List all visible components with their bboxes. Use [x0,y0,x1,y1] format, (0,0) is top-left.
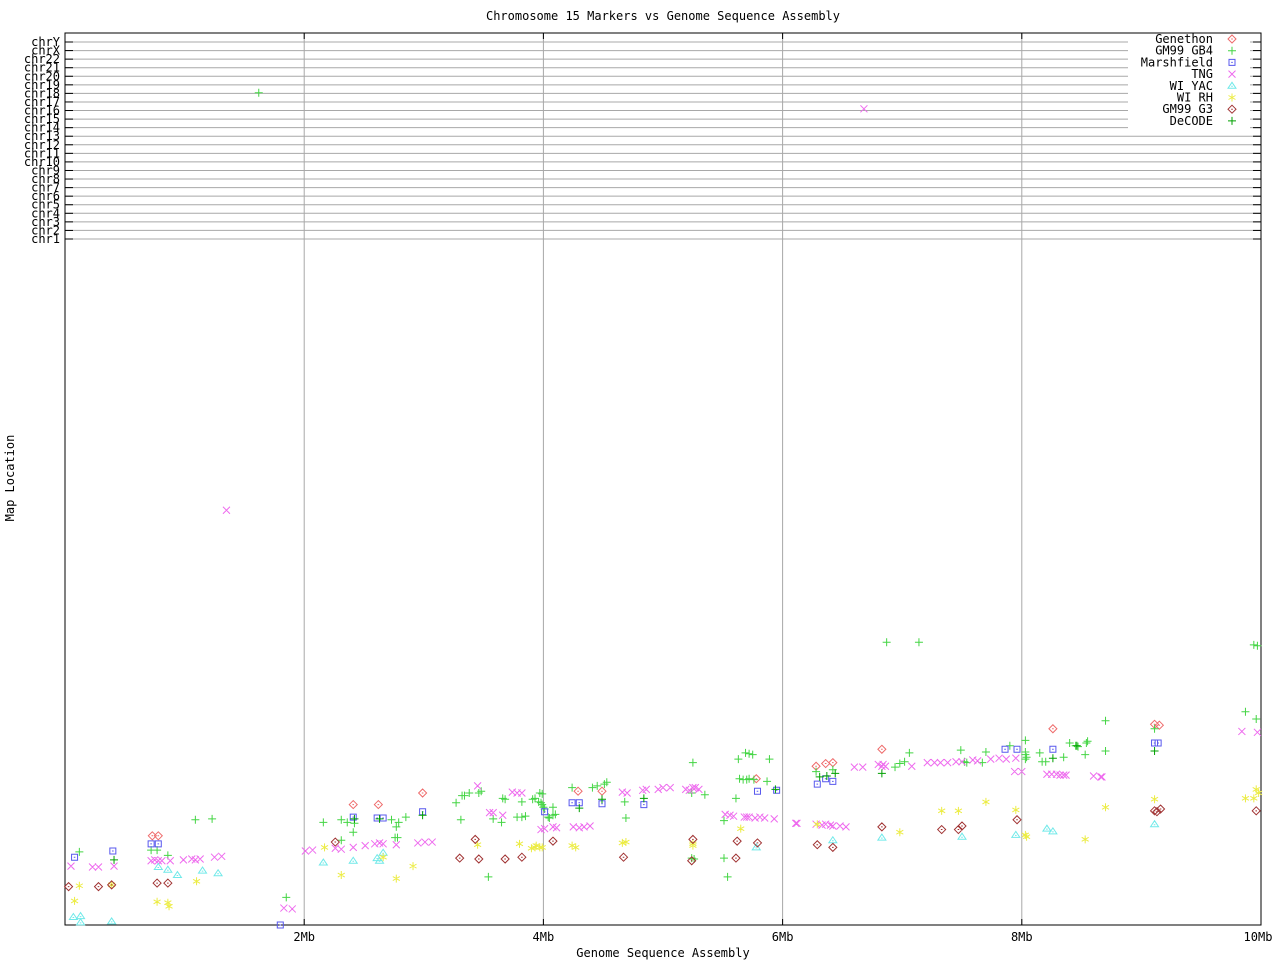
plot-border [65,33,1261,925]
x-tick-label-4Mb: 4Mb [533,930,555,944]
series-wi-yac-points [69,821,1158,925]
series-wi-rh-points [71,785,1262,910]
y-axis-labels: chrYchrXchr22chr21chr20chr19chr18chr17ch… [24,35,61,246]
gridlines [304,33,1022,925]
chromosome-lines [65,42,1261,239]
y-tick-label-chr1: chr1 [31,232,60,246]
x-tick-label-2Mb: 2Mb [293,930,315,944]
x-tick-label-10Mb: 10Mb [1244,930,1273,944]
series-gm99-g3-points [65,805,1261,891]
series-tng-points [67,105,1260,912]
y-axis-label: Map Location [3,435,17,522]
series-marshfield-points [72,740,1162,928]
x-tick-label-6Mb: 6Mb [772,930,794,944]
chromosome-markers-chart: 2Mb 4Mb 6Mb 8Mb 10Mb chrYchrXchr22chr21chr20c… [0,0,1280,960]
legend-label-decode: DeCODE [1170,114,1213,128]
chart-title: Chromosome 15 Markers vs Genome Sequence… [486,9,840,23]
series-genethon-points [148,720,1163,840]
series-gm99-gb4-points [75,89,1261,902]
chart-canvas: 2Mb 4Mb 6Mb 8Mb 10Mb chrYchrXchr22chr21chr20c… [0,0,1280,960]
x-axis-label: Genome Sequence Assembly [576,946,749,960]
x-tick-label-8Mb: 8Mb [1011,930,1033,944]
